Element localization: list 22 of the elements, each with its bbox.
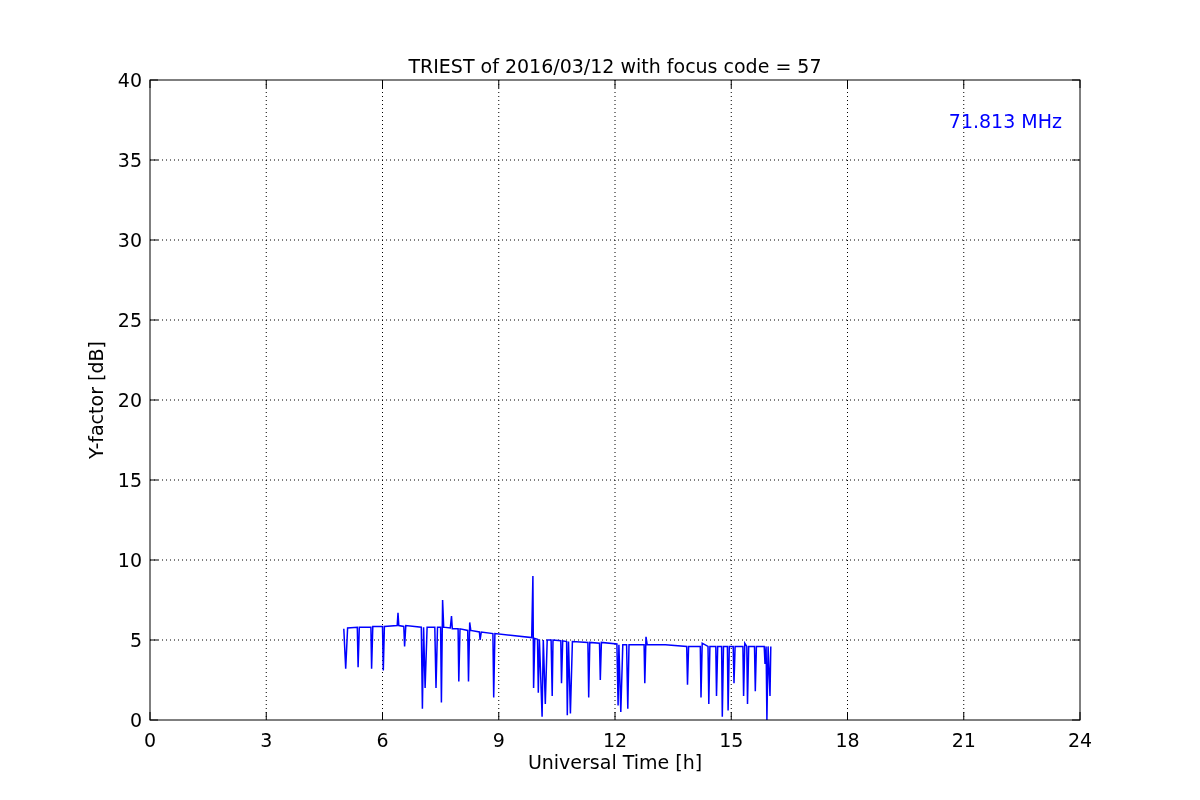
y-axis-label: Y-factor [dB] — [85, 341, 107, 459]
x-tick-label: 24 — [1067, 729, 1093, 751]
x-tick-label: 21 — [951, 729, 976, 751]
y-tick-label: 10 — [117, 549, 142, 571]
x-tick-label: 3 — [260, 729, 273, 751]
y-tick-label: 20 — [117, 389, 142, 411]
y-tick-label: 5 — [129, 629, 142, 651]
x-axis-label: Universal Time [h] — [527, 751, 703, 773]
x-tick-label: 9 — [492, 729, 505, 751]
y-tick-label: 30 — [117, 229, 142, 251]
y-tick-label: 35 — [117, 149, 142, 171]
y-tick-label: 15 — [117, 469, 142, 491]
x-tick-label: 15 — [719, 729, 744, 751]
x-tick-label: 18 — [835, 729, 860, 751]
x-tick-label: 6 — [376, 729, 389, 751]
x-tick-label: 12 — [602, 729, 628, 751]
y-tick-label: 25 — [117, 309, 142, 331]
chart-title: TRIEST of 2016/03/12 with focus code = 57 — [408, 55, 822, 77]
series-label: 71.813 MHz — [948, 110, 1062, 132]
x-tick-label: 0 — [143, 729, 157, 751]
y-tick-label: 0 — [129, 709, 142, 731]
y-tick-label: 40 — [117, 69, 142, 91]
